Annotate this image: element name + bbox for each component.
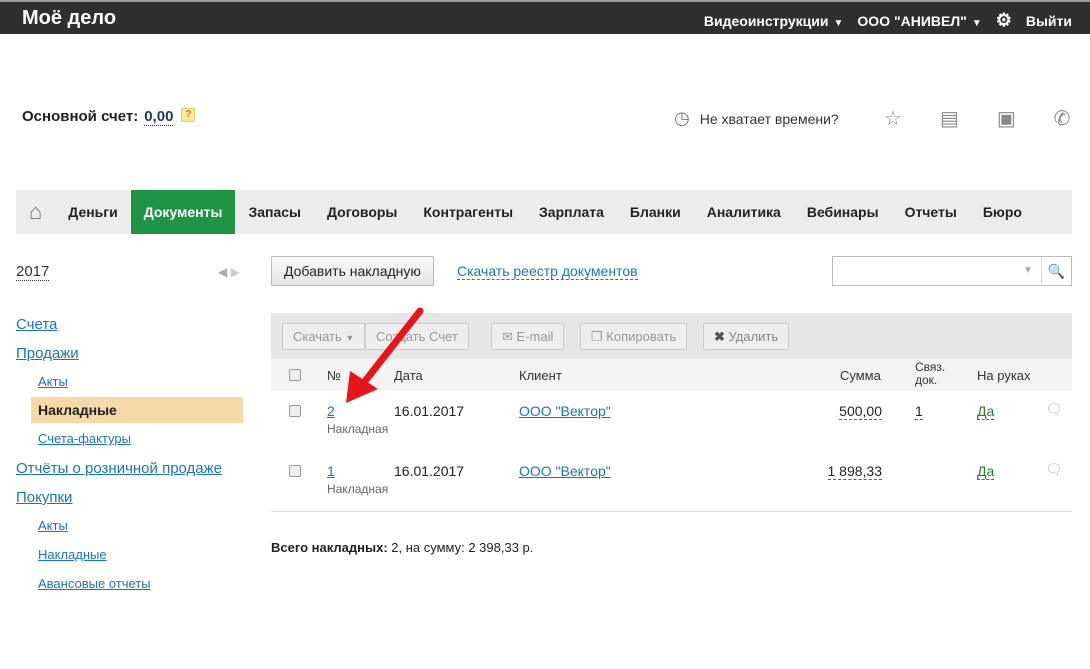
main-nav: ⌂ Деньги Документы Запасы Договоры Контр… xyxy=(16,190,1072,234)
prev-year-icon[interactable]: ◀ xyxy=(218,265,227,279)
sidebar-purchase-waybills[interactable]: Накладные xyxy=(38,547,107,562)
search-input[interactable]: ▼ 🔍 xyxy=(832,256,1072,286)
sidebar-purchases[interactable]: Покупки xyxy=(16,489,72,506)
divider xyxy=(271,511,1072,512)
sidebar-vat-invoices[interactable]: Счета-фактуры xyxy=(38,431,131,446)
next-year-icon[interactable]: ▶ xyxy=(231,265,240,279)
envelope-icon: ✉ xyxy=(502,329,513,344)
year-selector[interactable]: 2017 xyxy=(16,263,50,281)
search-icon[interactable]: 🔍 xyxy=(1041,257,1071,285)
nav-contracts[interactable]: Договоры xyxy=(314,190,410,234)
nav-documents[interactable]: Документы xyxy=(130,190,236,234)
linked-docs[interactable]: 1 xyxy=(915,403,923,420)
copy-button[interactable]: ❐ Копировать xyxy=(580,323,688,350)
nav-money[interactable]: Деньги xyxy=(55,190,130,234)
red-arrow-annotation xyxy=(346,307,424,403)
phone-icon[interactable]: ✆ xyxy=(1054,106,1071,131)
client-link[interactable]: ООО "Вектор" xyxy=(519,403,611,419)
select-all-checkbox[interactable] xyxy=(289,369,301,381)
sidebar-advance-reports[interactable]: Авансовые отчеты xyxy=(38,576,151,591)
id-card-icon[interactable]: ▣ xyxy=(997,106,1016,131)
email-button[interactable]: ✉ E-mail xyxy=(491,323,565,350)
caret-down-icon: ▼ xyxy=(971,17,982,29)
time-helper[interactable]: ◷ Не хватает времени? xyxy=(674,108,839,129)
sum-value[interactable]: 1 898,33 xyxy=(827,463,882,480)
on-hand-status[interactable]: Да xyxy=(977,463,995,480)
doc-number-link[interactable]: 2 xyxy=(327,403,335,419)
gear-icon[interactable]: ⚙ xyxy=(996,10,1012,31)
on-hand-status[interactable]: Да xyxy=(977,403,995,420)
sidebar-sales-acts[interactable]: Акты xyxy=(38,374,68,389)
balance-value[interactable]: 0,00 xyxy=(144,108,174,126)
delete-button[interactable]: ✖ Удалить xyxy=(703,323,790,350)
sidebar-purchase-acts[interactable]: Акты xyxy=(38,518,68,533)
chat-icon[interactable]: ▤ xyxy=(940,106,959,131)
sidebar-sales[interactable]: Продажи xyxy=(16,345,79,362)
row-checkbox[interactable] xyxy=(289,465,301,477)
caret-down-icon: ▼ xyxy=(833,17,844,29)
x-icon: ✖ xyxy=(714,329,725,344)
sum-value[interactable]: 500,00 xyxy=(839,403,882,420)
client-link[interactable]: ООО "Вектор" xyxy=(519,463,611,479)
doc-number-link[interactable]: 1 xyxy=(327,463,335,479)
help-icon[interactable]: ? xyxy=(181,108,196,122)
nav-salary[interactable]: Зарплата xyxy=(526,190,617,234)
download-registry-link[interactable]: Скачать реестр документов xyxy=(457,263,638,280)
total-summary: Всего накладных: 2, на сумму: 2 398,33 р… xyxy=(271,540,534,555)
top-bar: Моё дело Видеоинструкции ▼ ООО "АНИВЕЛ" ▼ … xyxy=(0,0,1090,34)
sidebar-sales-waybills[interactable]: Накладные xyxy=(31,397,243,423)
comment-icon[interactable]: 🗨 xyxy=(1045,461,1063,478)
table-row: 1 Накладная 16.01.2017 ООО "Вектор" 1 89… xyxy=(271,455,1072,515)
company-menu[interactable]: ООО "АНИВЕЛ" ▼ xyxy=(857,13,981,29)
nav-forms[interactable]: Бланки xyxy=(617,190,694,234)
copy-icon: ❐ xyxy=(591,329,603,344)
dropdown-icon[interactable]: ▼ xyxy=(1023,265,1033,276)
nav-bureau[interactable]: Бюро xyxy=(970,190,1035,234)
logout-link[interactable]: Выйти xyxy=(1026,13,1072,29)
add-waybill-button[interactable]: Добавить накладную xyxy=(271,256,434,286)
row-checkbox[interactable] xyxy=(289,405,301,417)
nav-stock[interactable]: Запасы xyxy=(235,190,314,234)
star-icon[interactable]: ☆ xyxy=(884,106,902,131)
sidebar-retail-reports[interactable]: Отчёты о розничной продаже xyxy=(16,460,222,477)
nav-contractors[interactable]: Контрагенты xyxy=(410,190,526,234)
video-menu[interactable]: Видеоинструкции ▼ xyxy=(704,13,844,29)
nav-reports[interactable]: Отчеты xyxy=(892,190,970,234)
nav-webinars[interactable]: Вебинары xyxy=(794,190,892,234)
home-icon[interactable]: ⌂ xyxy=(16,190,55,234)
nav-analytics[interactable]: Аналитика xyxy=(694,190,794,234)
logo[interactable]: Моё дело xyxy=(22,7,116,30)
comment-icon[interactable]: 🗨 xyxy=(1045,401,1063,418)
clock-icon: ◷ xyxy=(674,108,690,128)
sidebar-invoices[interactable]: Счета xyxy=(16,316,57,333)
balance: Основной счет: 0,00? xyxy=(22,108,196,126)
